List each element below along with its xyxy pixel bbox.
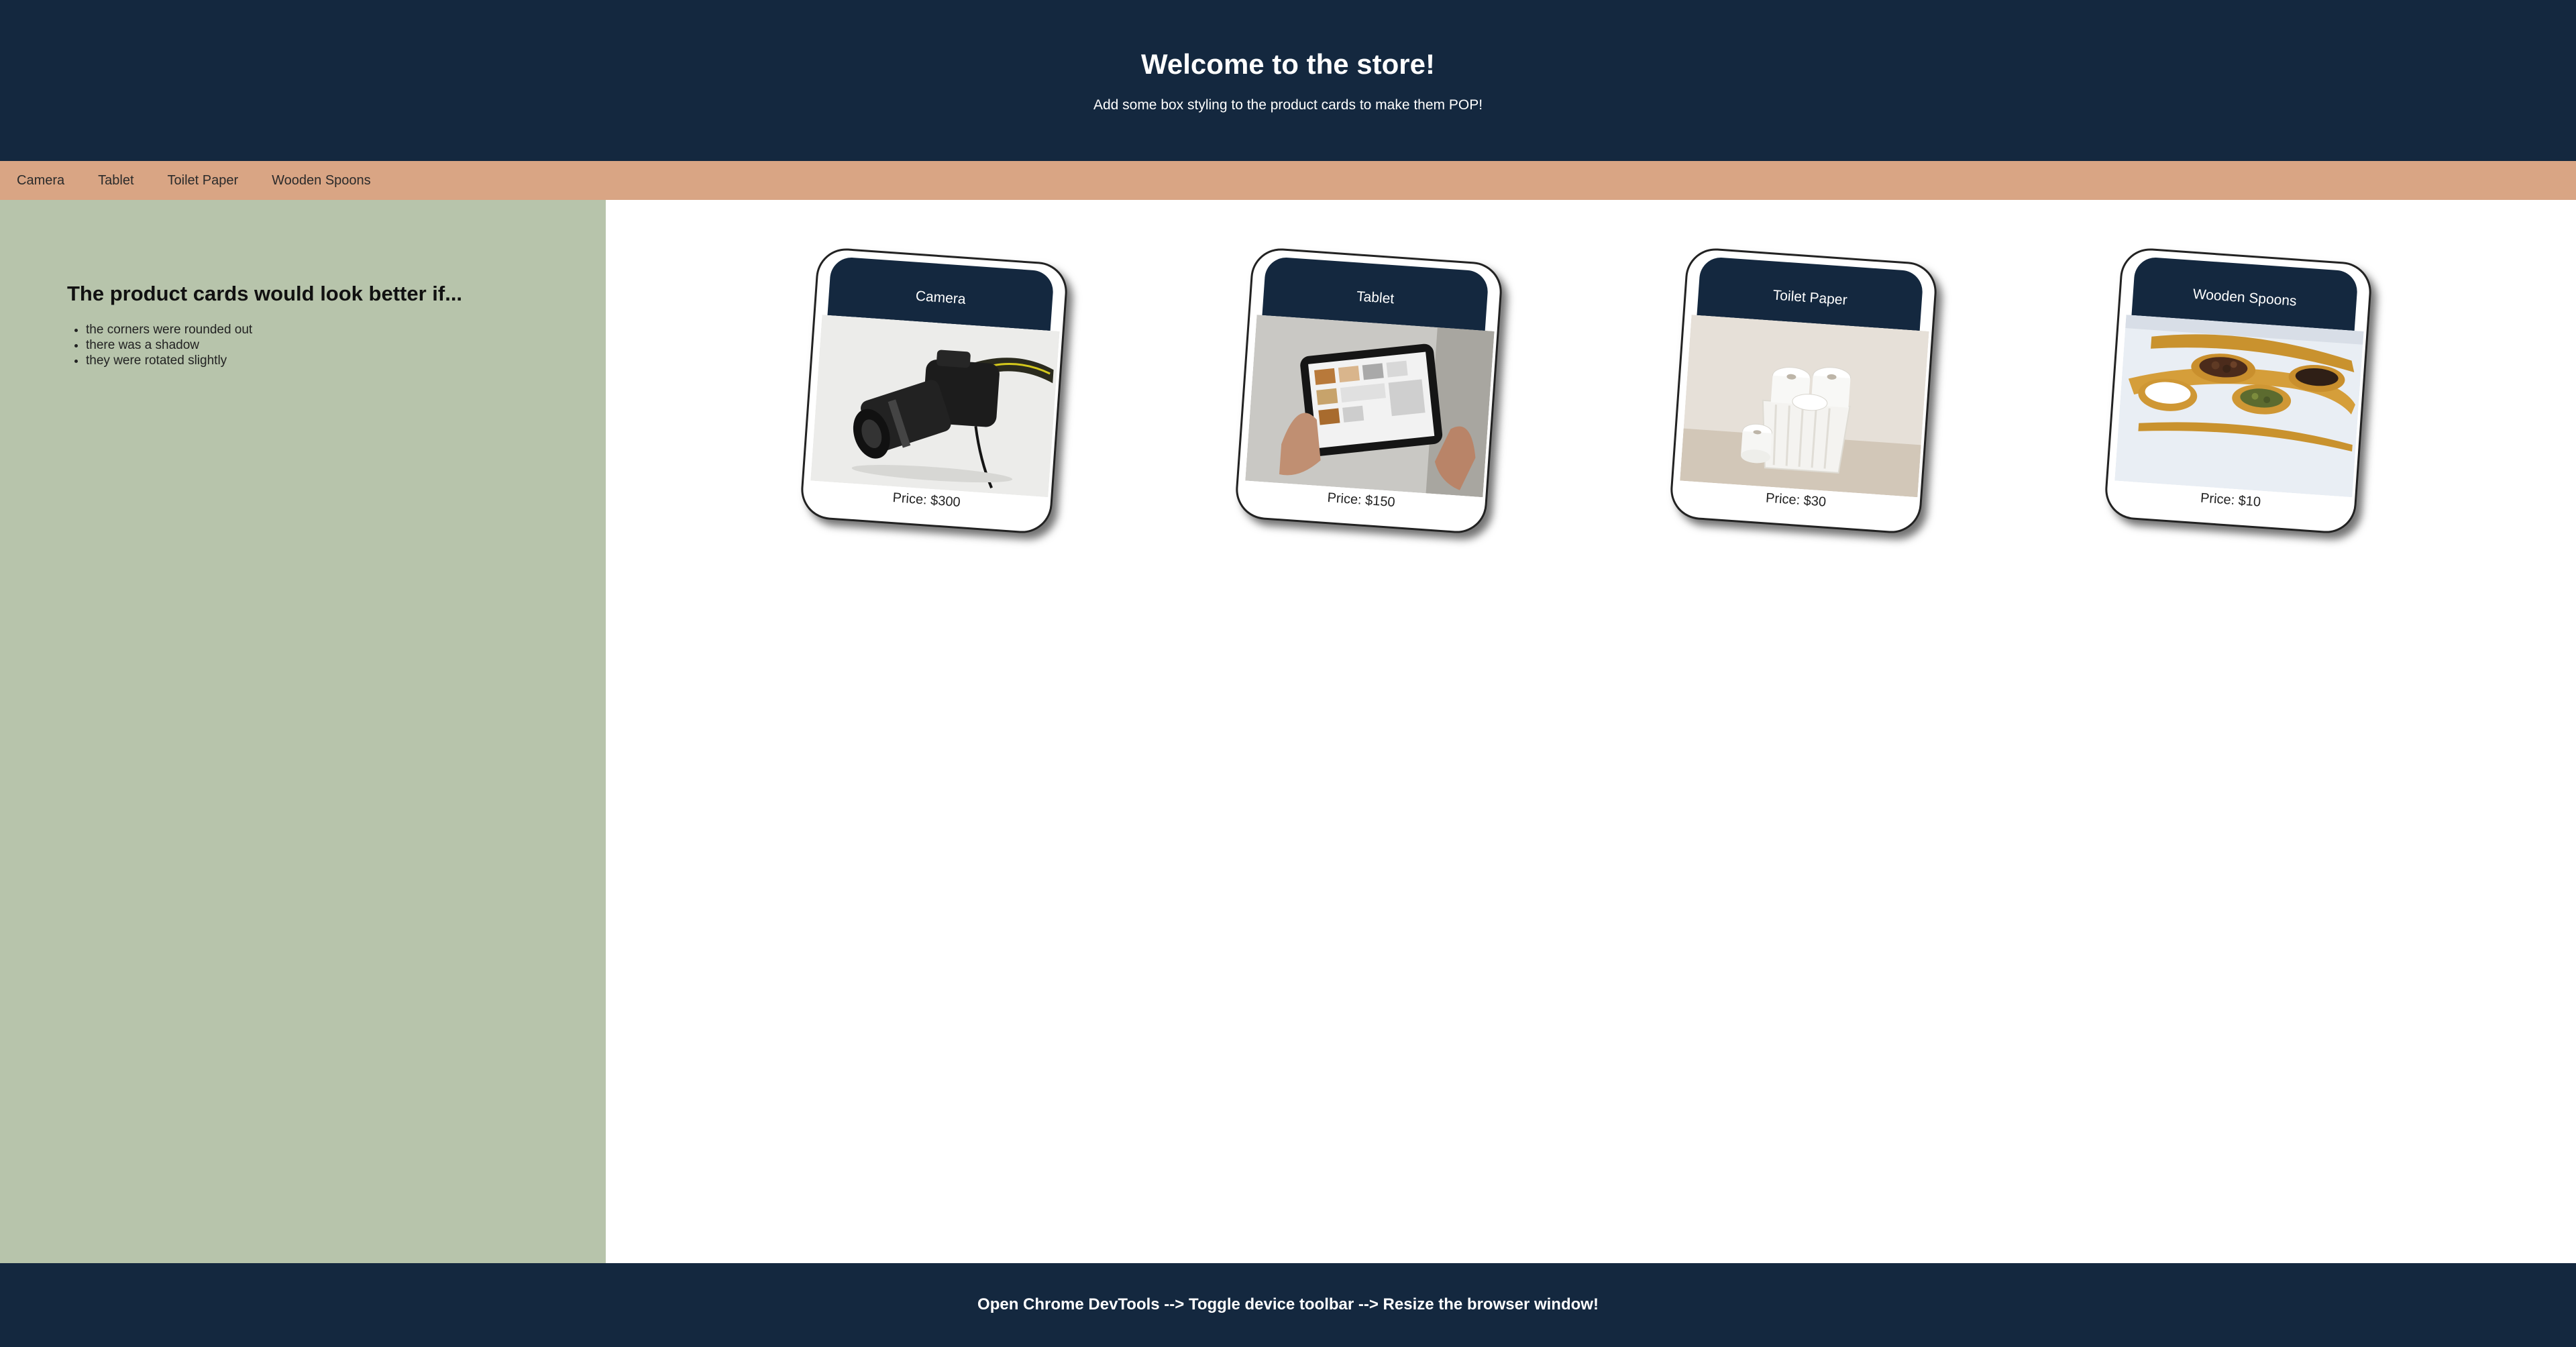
sidebar: The product cards would look better if..… [0,200,606,1263]
nav-link-camera[interactable]: Camera [17,173,64,188]
nav-link-tablet[interactable]: Tablet [98,173,133,188]
toilet-paper-photo [1680,315,1929,498]
main-content: Camera Price: $300 Tablet Price: $150 To… [606,200,2576,1263]
nav-link-wooden-spoons[interactable]: Wooden Spoons [272,173,371,188]
page-subtitle: Add some box styling to the product card… [1093,97,1483,113]
product-card-wooden-spoons[interactable]: Wooden Spoons Price: $10 [2103,246,2373,535]
site-header: Welcome to the store! Add some box styli… [0,0,2576,161]
site-footer: Open Chrome DevTools --> Toggle device t… [0,1263,2576,1347]
page-title: Welcome to the store! [1141,48,1435,80]
tablet-photo [1245,315,1495,498]
sidebar-list: the corners were rounded out there was a… [86,322,252,368]
sidebar-list-item: they were rotated slightly [86,353,252,368]
sidebar-list-item: there was a shadow [86,337,252,353]
footer-text: Open Chrome DevTools --> Toggle device t… [977,1295,1599,1313]
sidebar-list-item: the corners were rounded out [86,322,252,337]
wooden-spoons-photo [2114,315,2364,498]
product-card-toilet-paper[interactable]: Toilet Paper Price: $30 [1668,246,1939,535]
sidebar-heading: The product cards would look better if..… [67,282,463,305]
product-card-camera[interactable]: Camera Price: $300 [799,246,1069,535]
product-card-tablet[interactable]: Tablet Price: $150 [1234,246,1504,535]
camera-photo [810,315,1060,498]
navbar: Camera Tablet Toilet Paper Wooden Spoons [0,161,2576,200]
nav-link-toilet-paper[interactable]: Toilet Paper [168,173,239,188]
